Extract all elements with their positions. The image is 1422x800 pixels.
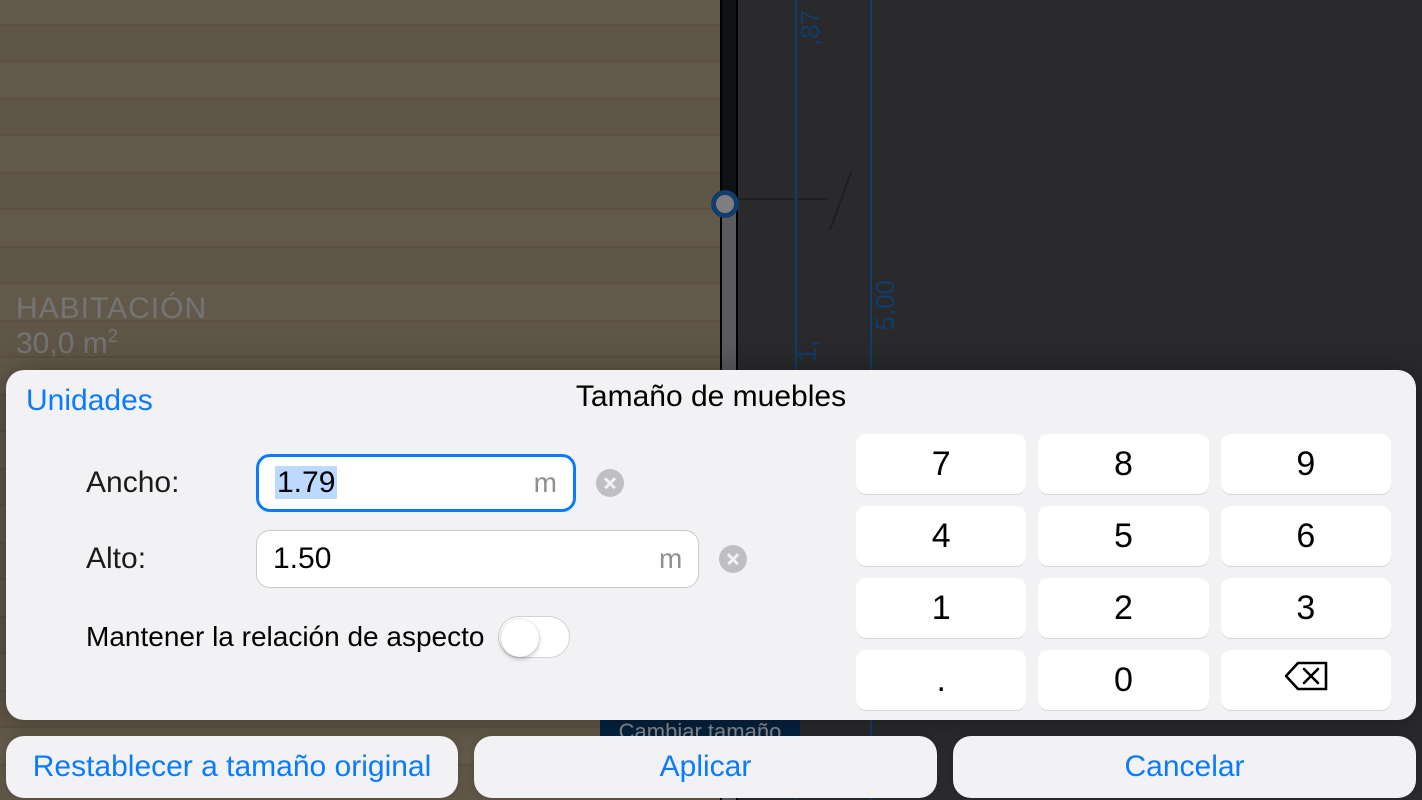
apply-button[interactable]: Aplicar bbox=[474, 736, 937, 798]
key-5[interactable]: 5 bbox=[1038, 506, 1208, 566]
height-input[interactable] bbox=[273, 542, 659, 576]
dimension-value: 5,00 bbox=[870, 280, 901, 331]
switch-knob bbox=[501, 619, 539, 657]
height-label: Alto: bbox=[86, 542, 236, 576]
wall-handle[interactable] bbox=[711, 190, 739, 218]
size-form: Ancho: 1.79 m Alto: m Mantener la relaci… bbox=[86, 424, 747, 710]
room-label: HABITACIÓN 30,0 m2 bbox=[16, 292, 207, 361]
aspect-label: Mantener la relación de aspecto bbox=[86, 621, 484, 653]
key-4[interactable]: 4 bbox=[856, 506, 1026, 566]
key-6[interactable]: 6 bbox=[1221, 506, 1391, 566]
unit-label: m bbox=[534, 467, 557, 499]
dimension-value: ,87 bbox=[795, 10, 826, 46]
room-name: HABITACIÓN bbox=[16, 292, 207, 326]
key-3[interactable]: 3 bbox=[1221, 578, 1391, 638]
key-8[interactable]: 8 bbox=[1038, 434, 1208, 494]
action-bar: Restablecer a tamaño original Aplicar Ca… bbox=[6, 736, 1416, 798]
key-9[interactable]: 9 bbox=[1221, 434, 1391, 494]
height-row: Alto: m bbox=[86, 530, 747, 588]
panel-header: Unidades Tamaño de muebles bbox=[6, 370, 1416, 424]
width-input[interactable]: 1.79 bbox=[275, 466, 337, 500]
width-label: Ancho: bbox=[86, 466, 236, 500]
aspect-ratio-switch[interactable] bbox=[498, 616, 570, 658]
wall-segment bbox=[720, 0, 738, 205]
backspace-icon bbox=[1284, 661, 1328, 691]
width-input-wrapper[interactable]: 1.79 m bbox=[256, 454, 576, 512]
units-button[interactable]: Unidades bbox=[26, 384, 153, 418]
key-7[interactable]: 7 bbox=[856, 434, 1026, 494]
clear-width-button[interactable] bbox=[596, 469, 624, 497]
key-0[interactable]: 0 bbox=[1038, 650, 1208, 710]
dimension-value: 1, bbox=[792, 340, 823, 362]
panel-title: Tamaño de muebles bbox=[576, 380, 846, 414]
key-2[interactable]: 2 bbox=[1038, 578, 1208, 638]
door-swing bbox=[738, 198, 828, 200]
furniture-size-panel: Unidades Tamaño de muebles Ancho: 1.79 m… bbox=[6, 370, 1416, 720]
height-input-wrapper[interactable]: m bbox=[256, 530, 699, 588]
cancel-button[interactable]: Cancelar bbox=[953, 736, 1416, 798]
aspect-row: Mantener la relación de aspecto bbox=[86, 616, 747, 658]
key-1[interactable]: 1 bbox=[856, 578, 1026, 638]
key-backspace[interactable] bbox=[1221, 650, 1391, 710]
unit-label: m bbox=[659, 543, 682, 575]
reset-size-button[interactable]: Restablecer a tamaño original bbox=[6, 736, 458, 798]
width-row: Ancho: 1.79 m bbox=[86, 454, 747, 512]
key-dot[interactable]: . bbox=[856, 650, 1026, 710]
room-area: 30,0 m2 bbox=[16, 326, 207, 361]
numeric-keypad: 7 8 9 4 5 6 1 2 3 . 0 bbox=[856, 424, 1396, 710]
clear-height-button[interactable] bbox=[719, 545, 747, 573]
